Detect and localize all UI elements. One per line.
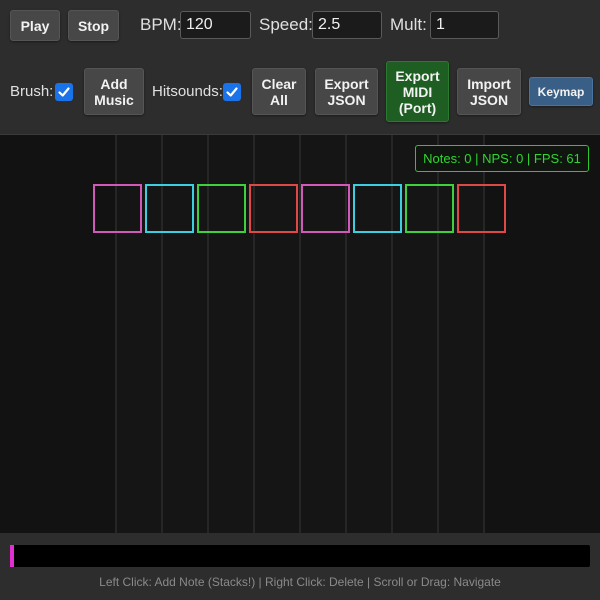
playhead[interactable] bbox=[10, 545, 14, 567]
lane-receptor-3 bbox=[197, 184, 246, 233]
clear-all-button[interactable]: Clear All bbox=[252, 68, 306, 115]
stop-button[interactable]: Stop bbox=[68, 10, 119, 41]
import-json-button[interactable]: Import JSON bbox=[457, 68, 521, 115]
lane-receptor-1 bbox=[93, 184, 142, 233]
help-text: Left Click: Add Note (Stacks!) | Right C… bbox=[99, 575, 501, 589]
toolbar: Play Stop BPM: 120 Speed: 2.5 Mult: 1 Br… bbox=[0, 0, 600, 135]
hitsounds-checkbox[interactable] bbox=[223, 83, 241, 101]
add-music-button[interactable]: Add Music bbox=[84, 68, 144, 115]
keymap-button[interactable]: Keymap bbox=[529, 77, 593, 106]
lane-receptor-7 bbox=[405, 184, 454, 233]
play-button[interactable]: Play bbox=[10, 10, 60, 41]
stats-readout: Notes: 0 | NPS: 0 | FPS: 61 bbox=[415, 145, 589, 172]
hitsounds-label: Hitsounds: bbox=[152, 83, 223, 100]
lane-receptor-6 bbox=[353, 184, 402, 233]
checkmark-icon bbox=[58, 87, 70, 97]
note-editor-canvas[interactable] bbox=[0, 135, 600, 533]
lane-receptor-2 bbox=[145, 184, 194, 233]
export-midi-port-button[interactable]: Export MIDI (Port) bbox=[386, 61, 449, 122]
lane-receptor-4 bbox=[249, 184, 298, 233]
brush-label: Brush: bbox=[10, 83, 54, 100]
timeline-scrubber[interactable] bbox=[10, 545, 590, 567]
bpm-label: BPM: bbox=[140, 15, 182, 34]
checkmark-icon bbox=[226, 87, 238, 97]
brush-checkbox[interactable] bbox=[55, 83, 73, 101]
mult-label: Mult: bbox=[390, 15, 427, 34]
lane-receptor-8 bbox=[457, 184, 506, 233]
mult-input[interactable]: 1 bbox=[430, 11, 499, 39]
lane-receptor-5 bbox=[301, 184, 350, 233]
bpm-input[interactable]: 120 bbox=[180, 11, 251, 39]
speed-input[interactable]: 2.5 bbox=[312, 11, 382, 39]
speed-label: Speed: bbox=[259, 15, 313, 34]
export-json-button[interactable]: Export JSON bbox=[315, 68, 378, 115]
